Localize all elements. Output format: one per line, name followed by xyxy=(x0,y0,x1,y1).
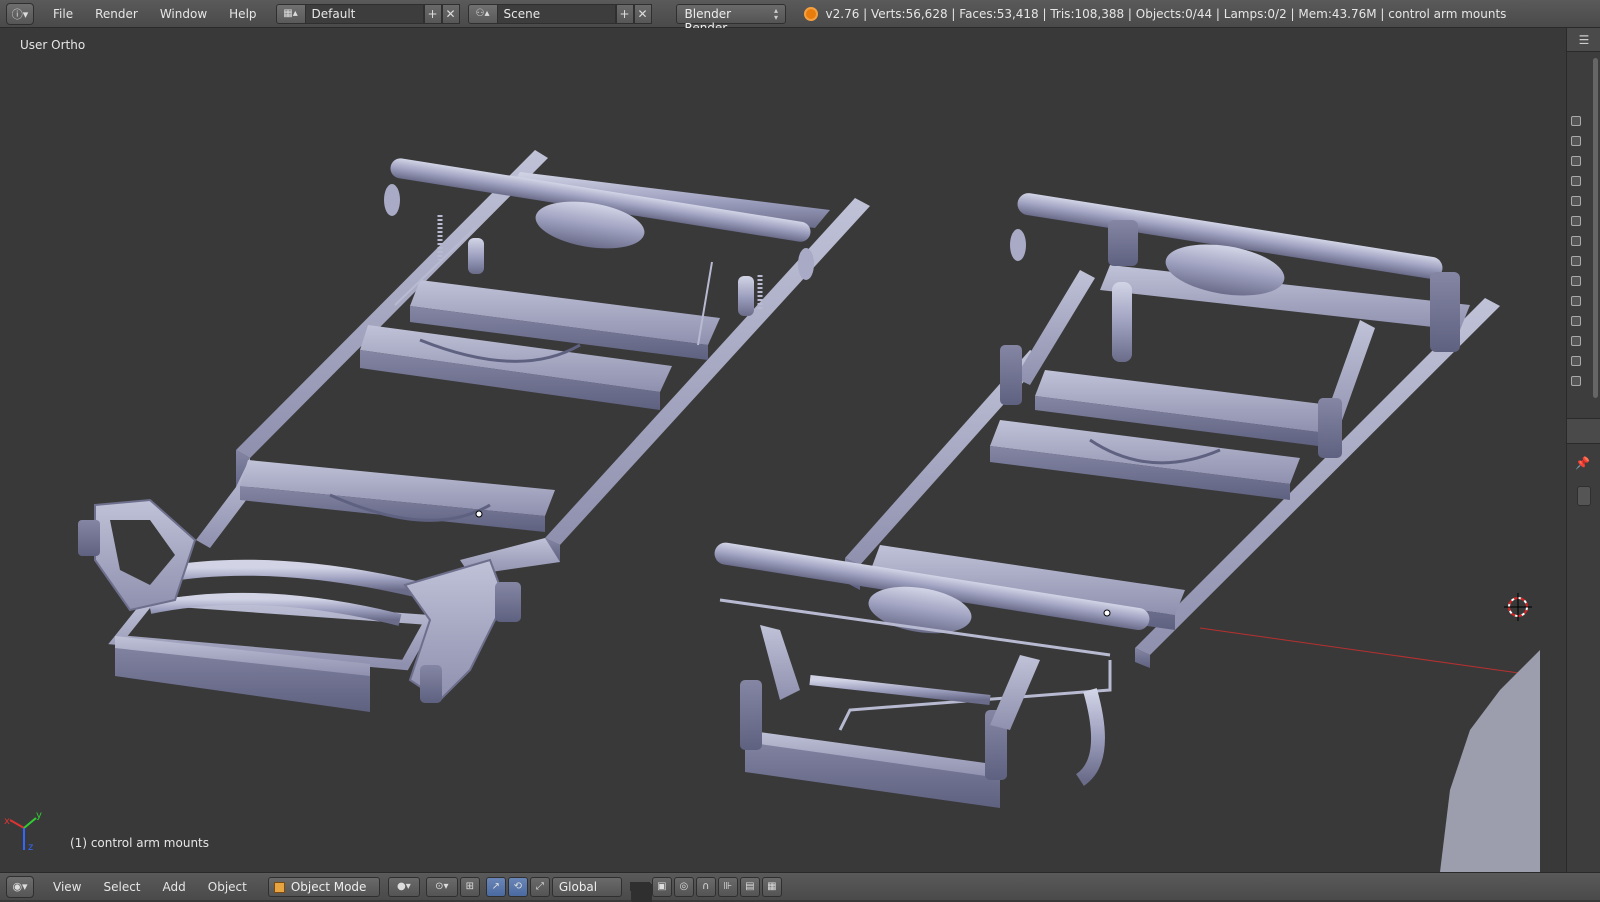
partial-object-model xyxy=(1440,650,1540,872)
camera-icon[interactable] xyxy=(1571,356,1581,366)
menu-object[interactable]: Object xyxy=(197,880,258,894)
outliner-icon: ☰ xyxy=(1578,32,1590,47)
manipulator-icon: ⊞ xyxy=(465,881,475,892)
3d-view-header: ◉▾ View Select Add Object Object Mode ●▾… xyxy=(0,872,1600,902)
magnet-icon: ∩ xyxy=(702,881,710,892)
snap-toggle[interactable]: ∩ xyxy=(695,876,716,897)
camera-icon[interactable] xyxy=(1571,276,1581,286)
camera-icon[interactable] xyxy=(1571,376,1581,386)
camera-icon[interactable] xyxy=(1571,296,1581,306)
delete-scene-button[interactable]: ✕ xyxy=(633,3,652,24)
screen-layout-icon[interactable]: ▦▴ xyxy=(275,3,306,24)
camera-icon[interactable] xyxy=(1571,236,1581,246)
camera-render-icon: ▤ xyxy=(745,881,755,892)
scene-field[interactable]: Scene xyxy=(497,3,616,24)
menu-render[interactable]: Render xyxy=(84,7,149,21)
menu-window[interactable]: Window xyxy=(149,7,218,21)
camera-icon[interactable] xyxy=(1571,176,1581,186)
close-icon: ✕ xyxy=(445,6,456,21)
snap-element-select[interactable]: ⊪ xyxy=(717,876,738,897)
camera-icon[interactable] xyxy=(1571,116,1581,126)
axis-z-label: z xyxy=(28,842,33,853)
menu-view[interactable]: View xyxy=(42,880,92,894)
3d-cursor-icon[interactable] xyxy=(1504,593,1532,621)
3d-view-icon: ◉▾ xyxy=(12,880,28,893)
proportional-icon: ◎ xyxy=(679,881,689,892)
delete-screen-button[interactable]: ✕ xyxy=(441,3,460,24)
manipulator-toggle[interactable]: ⊞ xyxy=(459,876,480,897)
menu-add[interactable]: Add xyxy=(152,880,197,894)
camera-icon[interactable] xyxy=(1571,196,1581,206)
camera-icon[interactable] xyxy=(1571,336,1581,346)
interaction-mode-label: Object Mode xyxy=(290,879,367,894)
axis-gizmo: x y z xyxy=(4,810,42,853)
menu-file[interactable]: File xyxy=(42,7,84,21)
3d-viewport[interactable]: x y z User Ortho (1) control arm mounts xyxy=(0,28,1566,872)
viewport-canvas[interactable]: x y z xyxy=(0,28,1566,872)
menu-help[interactable]: Help xyxy=(218,7,267,21)
axis-x-label: x xyxy=(4,816,10,827)
opengl-animation-button[interactable]: ▦ xyxy=(761,876,782,897)
snap-element-icon: ⊪ xyxy=(723,881,733,892)
left-chassis-model xyxy=(78,150,870,712)
editor-type-button[interactable]: ◉▾ xyxy=(6,875,34,898)
translate-icon: ↗ xyxy=(491,881,501,892)
plus-icon: + xyxy=(427,6,438,21)
camera-icon[interactable] xyxy=(1571,136,1581,146)
plus-icon: + xyxy=(619,6,630,21)
outliner-panel: ☰ 📌 xyxy=(1566,28,1600,872)
clapper-icon: ▦ xyxy=(767,881,777,892)
outliner-header[interactable]: ☰ xyxy=(1567,28,1600,52)
transform-orientation-select[interactable]: Global xyxy=(551,876,622,897)
blender-logo-icon xyxy=(803,6,818,21)
pin-icon[interactable]: 📌 xyxy=(1575,456,1590,470)
interaction-mode-select[interactable]: Object Mode xyxy=(267,876,380,897)
outliner-scrollbar[interactable] xyxy=(1593,58,1598,398)
translate-manipulator[interactable]: ↗ xyxy=(485,876,506,897)
add-screen-button[interactable]: + xyxy=(423,3,442,24)
screen-layout-selector: ▦▴ Default + ✕ xyxy=(275,3,460,24)
add-scene-button[interactable]: + xyxy=(615,3,634,24)
render-engine-select[interactable]: Blender Render xyxy=(675,3,786,35)
properties-scroll-button[interactable] xyxy=(1577,486,1591,506)
scale-manipulator[interactable]: ⤢ xyxy=(529,876,550,897)
close-icon: ✕ xyxy=(637,6,648,21)
opengl-render-button[interactable]: ▤ xyxy=(739,876,760,897)
right-chassis-model xyxy=(714,193,1500,808)
rotate-icon: ⟲ xyxy=(513,881,523,892)
object-mode-icon xyxy=(273,881,285,893)
view-menu-bar: View Select Add Object xyxy=(42,880,258,894)
scale-icon: ⤢ xyxy=(535,881,544,892)
view-name-label: User Ortho xyxy=(20,38,86,52)
lock-icon: ▣ xyxy=(657,881,667,892)
editor-type-button[interactable]: ⓘ▾ xyxy=(6,2,34,25)
scene-icon[interactable]: ⚇▴ xyxy=(467,3,498,24)
layer-buttons[interactable] xyxy=(629,882,652,902)
scene-selector: ⚇▴ Scene + ✕ xyxy=(467,3,652,24)
properties-header[interactable] xyxy=(1567,418,1600,444)
lock-layers-button[interactable]: ▣ xyxy=(651,876,672,897)
pivot-point-select[interactable]: ⊙▾ xyxy=(425,876,458,897)
proportional-edit-button[interactable]: ◎ xyxy=(673,876,694,897)
main-menu: File Render Window Help xyxy=(42,7,268,21)
screen-layout-field[interactable]: Default xyxy=(305,3,424,24)
scene-stats: v2.76 | Verts:56,628 | Faces:53,418 | Tr… xyxy=(825,6,1507,21)
solid-shading-icon: ●▾ xyxy=(396,881,411,892)
camera-icon[interactable] xyxy=(1571,256,1581,266)
render-restrict-column xyxy=(1571,116,1585,396)
axis-y-label: y xyxy=(36,810,42,821)
pivot-icon: ⊙▾ xyxy=(435,881,449,892)
camera-icon[interactable] xyxy=(1571,216,1581,226)
viewport-shading-select[interactable]: ●▾ xyxy=(387,876,420,897)
camera-icon[interactable] xyxy=(1571,156,1581,166)
menu-select[interactable]: Select xyxy=(92,880,151,894)
info-icon: ⓘ▾ xyxy=(11,7,29,21)
active-object-label: (1) control arm mounts xyxy=(70,836,210,850)
info-header: ⓘ▾ File Render Window Help ▦▴ Default + … xyxy=(0,0,1600,35)
rotate-manipulator[interactable]: ⟲ xyxy=(507,876,528,897)
camera-icon[interactable] xyxy=(1571,316,1581,326)
x-axis-line xyxy=(1199,627,1541,677)
